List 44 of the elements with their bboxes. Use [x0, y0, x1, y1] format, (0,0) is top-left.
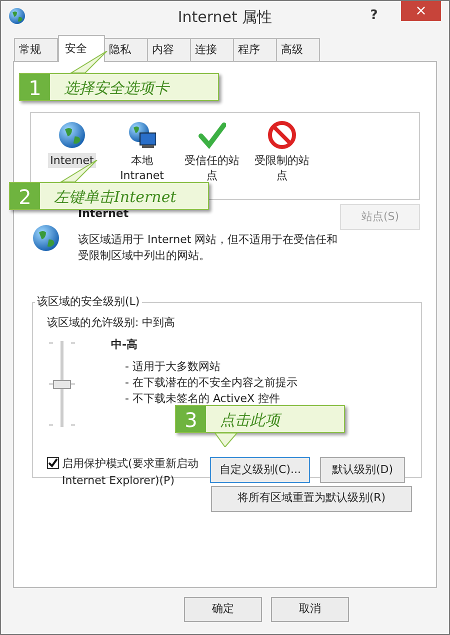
bullet-text: - 在下载潜在的不安全内容之前提示 — [125, 374, 298, 390]
tab[interactable]: 程序 — [233, 38, 277, 61]
globe-icon — [58, 121, 86, 149]
zone-label[interactable]: 受限制的站点 — [251, 153, 313, 183]
zone-label[interactable]: 本地 Intranet — [111, 153, 173, 183]
window-title: Internet 属性 — [178, 8, 272, 26]
slider-thumb[interactable] — [53, 380, 71, 389]
tab[interactable]: 内容 — [147, 38, 191, 61]
zone-label[interactable]: 受信任的站点 — [181, 153, 243, 183]
allowed-level-text: 该区域的允许级别: 中到高 — [47, 314, 176, 330]
checkbox-label[interactable]: 启用保护模式(要求重新启动 Internet Explorer)(P) — [62, 455, 206, 489]
callout-text: 选择安全选项卡 — [63, 78, 171, 99]
tab[interactable]: 常规 — [14, 38, 58, 61]
zone-label[interactable]: Internet — [48, 153, 96, 168]
close-button[interactable]: × — [401, 1, 441, 21]
help-button[interactable]: ? — [359, 4, 389, 28]
level-name: 中-高 — [111, 337, 139, 353]
tab[interactable]: 高级 — [276, 38, 320, 61]
app-globe-icon — [8, 7, 26, 25]
dialog-button[interactable]: 确定 — [184, 597, 262, 622]
security-slider[interactable] — [49, 339, 75, 429]
globe-computer-icon — [128, 121, 156, 149]
dialog-button[interactable]: 取消 — [271, 597, 349, 622]
tab[interactable]: 连接 — [190, 38, 234, 61]
level-button[interactable]: 自定义级别(C)... — [210, 457, 310, 483]
bullet-text: - 适用于大多数网站 — [125, 358, 222, 374]
tab[interactable]: 安全 — [58, 35, 105, 62]
zone-title: Internet — [78, 206, 130, 222]
bullet-text: - 不下载未签名的 ActiveX 控件 — [125, 390, 282, 406]
checkmark-icon — [48, 458, 58, 468]
zone-description: 该区域适用于 Internet 网站，但不适用于在受信任和受限制区域中列出的网站。 — [78, 232, 339, 264]
step-number: 1 — [20, 74, 50, 100]
tab[interactable]: 隐私 — [104, 38, 148, 61]
reset-all-button[interactable]: 将所有区域重置为默认级别(R) — [211, 486, 412, 512]
callout-text: 左键单击Internet — [53, 187, 178, 208]
callout-text: 点击此项 — [219, 410, 283, 431]
step-number: 2 — [10, 183, 40, 209]
step-number: 3 — [176, 406, 206, 432]
checkbox[interactable] — [47, 457, 59, 469]
level-button[interactable]: 默认级别(D) — [320, 457, 405, 483]
prohibited-icon — [268, 121, 296, 149]
group-title: 该区域的安全级别(L) — [35, 294, 142, 310]
globe-icon — [32, 224, 60, 252]
check-icon — [198, 121, 226, 149]
